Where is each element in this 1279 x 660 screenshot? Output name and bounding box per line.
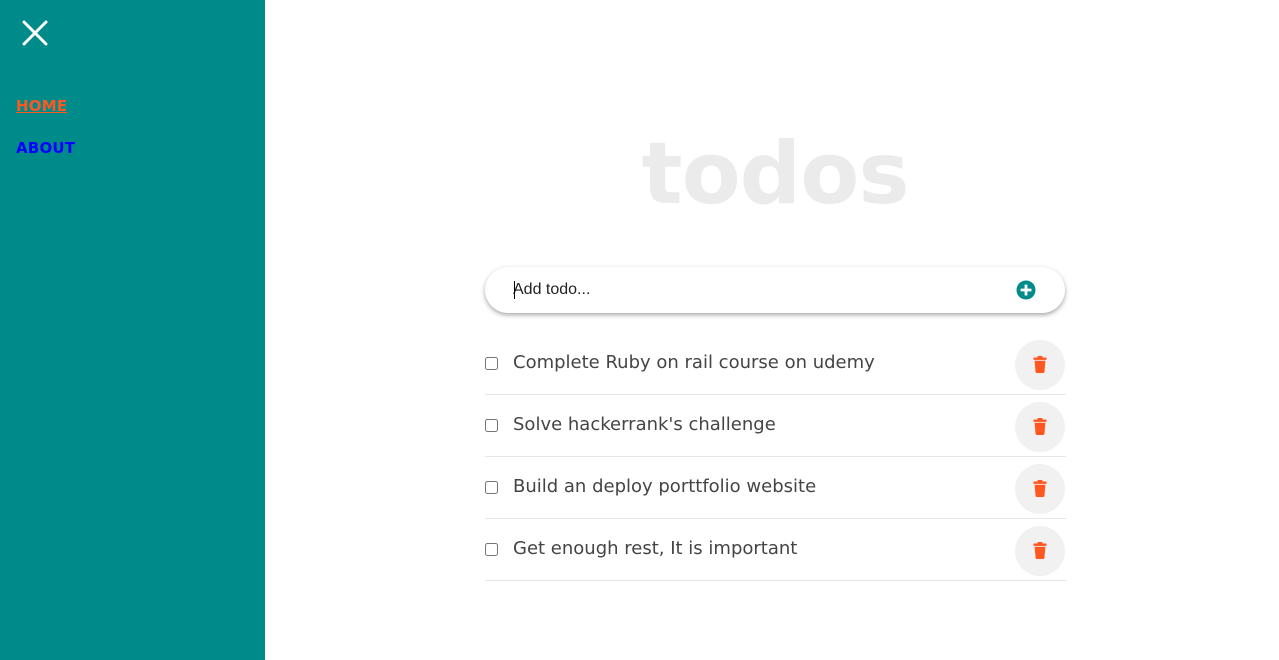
add-todo-input[interactable]	[513, 278, 993, 302]
todo-text: Build an deploy porttfolio website	[513, 476, 817, 497]
delete-todo-button[interactable]	[1015, 402, 1065, 452]
todo-item: Solve hackerrank's challenge	[485, 395, 1066, 457]
todo-text: Solve hackerrank's challenge	[513, 414, 776, 435]
delete-todo-button[interactable]	[1015, 464, 1065, 514]
todo-list: Complete Ruby on rail course on udemy So…	[485, 333, 1066, 581]
todo-text: Get enough rest, It is important	[513, 538, 798, 559]
add-todo-form	[485, 267, 1065, 313]
trash-icon	[1033, 418, 1047, 435]
nav-link-home[interactable]: HOME	[16, 96, 75, 138]
todo-item: Build an deploy porttfolio website	[485, 457, 1066, 519]
sidebar: HOME ABOUT	[0, 0, 265, 660]
plus-circle-icon[interactable]	[1016, 280, 1036, 300]
todo-checkbox[interactable]	[485, 481, 498, 494]
todo-checkbox[interactable]	[485, 543, 498, 556]
todo-checkbox[interactable]	[485, 419, 498, 432]
delete-todo-button[interactable]	[1015, 340, 1065, 390]
page-title: todos	[641, 124, 909, 224]
trash-icon	[1033, 356, 1047, 373]
text-caret	[514, 281, 515, 299]
trash-icon	[1033, 542, 1047, 559]
sidebar-nav: HOME ABOUT	[16, 96, 75, 180]
todo-checkbox[interactable]	[485, 357, 498, 370]
todo-item: Get enough rest, It is important	[485, 519, 1066, 581]
nav-link-about[interactable]: ABOUT	[16, 138, 75, 180]
delete-todo-button[interactable]	[1015, 526, 1065, 576]
main-content: todos Complete Ruby on rail course on ud…	[265, 0, 1279, 660]
todo-text: Complete Ruby on rail course on udemy	[513, 352, 875, 373]
todo-item: Complete Ruby on rail course on udemy	[485, 333, 1066, 395]
close-icon[interactable]	[21, 19, 49, 47]
trash-icon	[1033, 480, 1047, 497]
